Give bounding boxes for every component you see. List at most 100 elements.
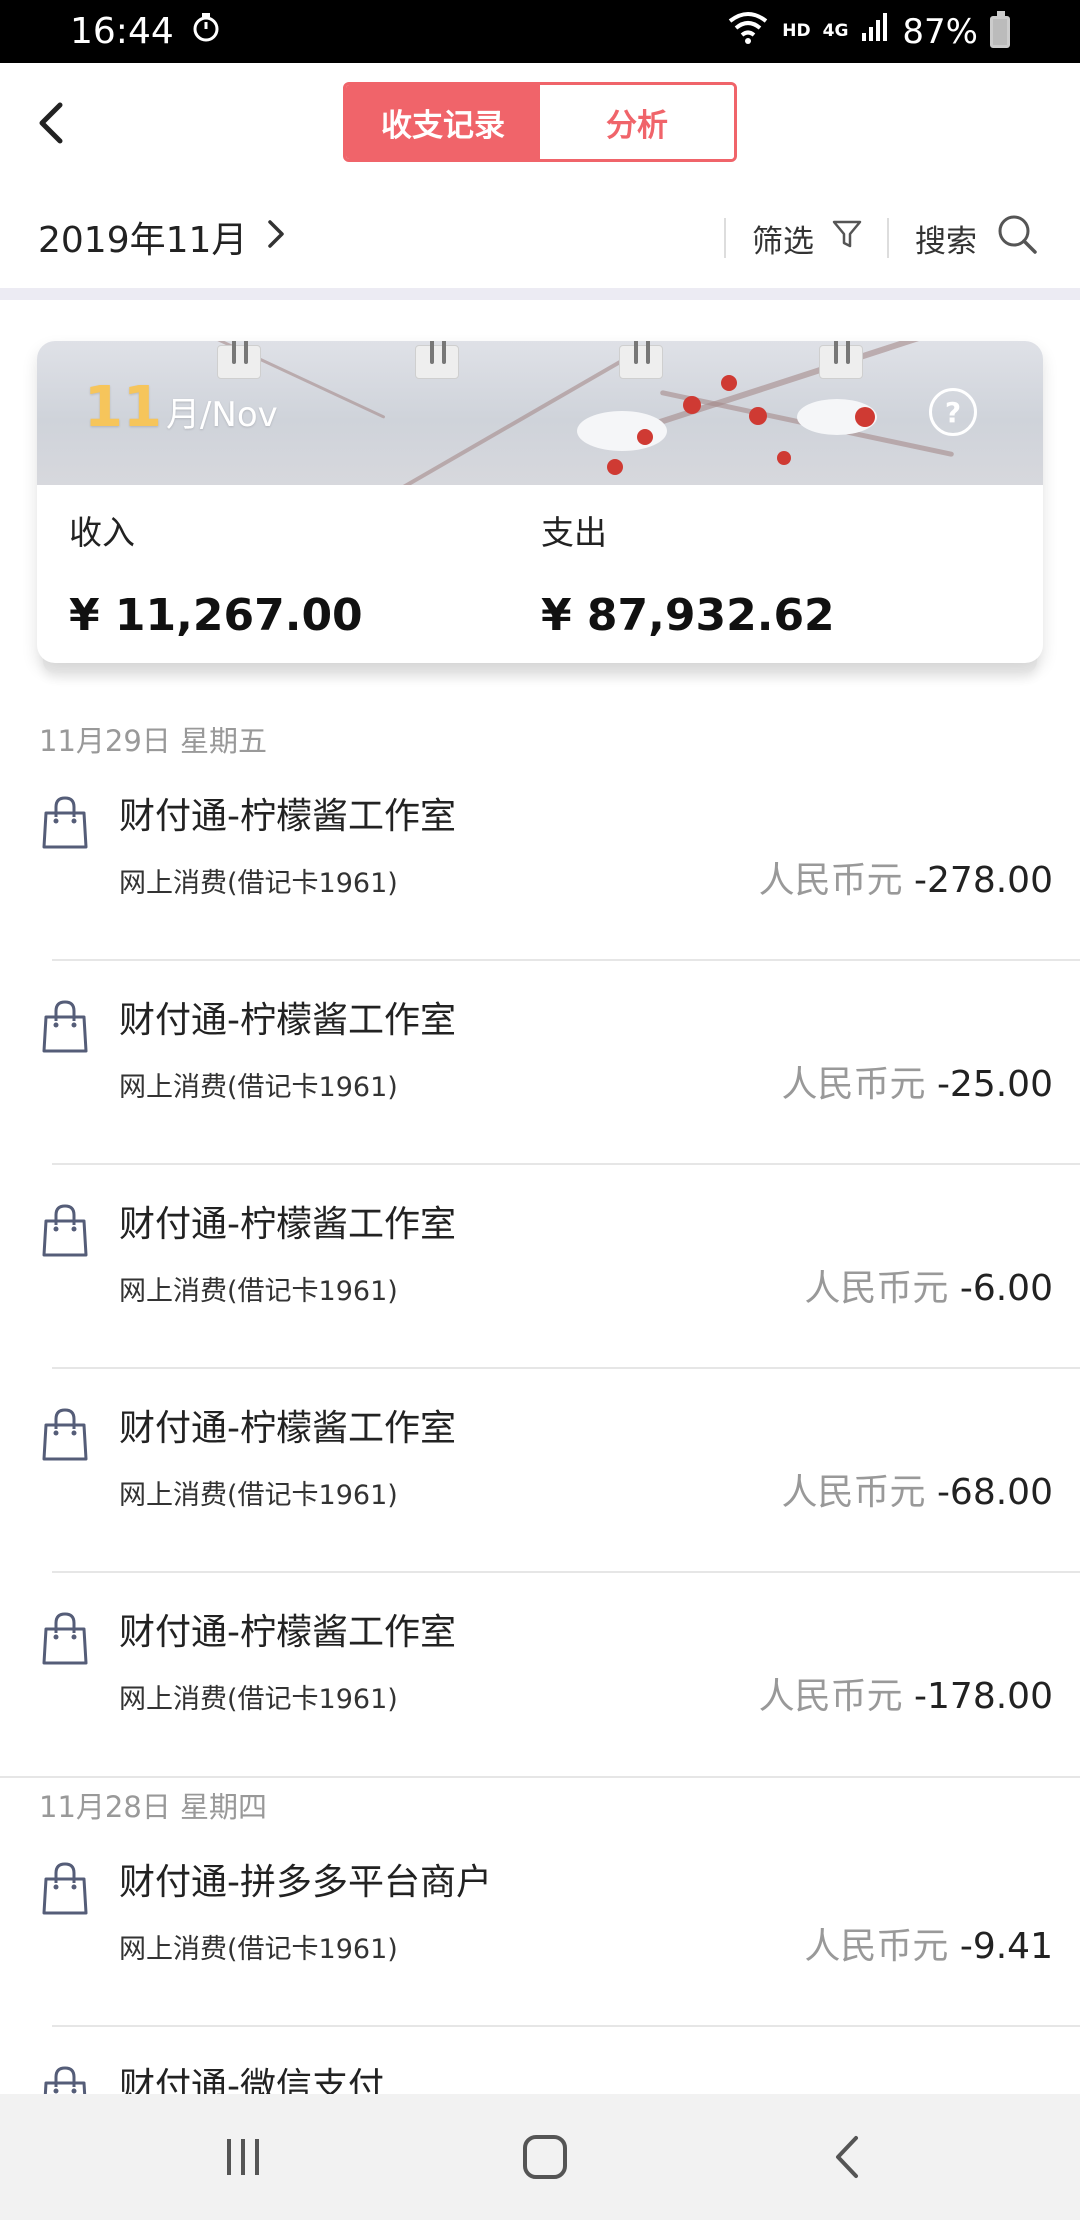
berry-decoration [683,396,701,414]
berry-decoration [721,375,737,391]
group-divider [0,1776,1080,1778]
transaction-amount: 人民币元 -278.00 [759,851,1053,903]
screen: 16:44 HD 4G 87% 收支记录 分析 2019年11月 筛选 搜索 1… [0,0,1080,2220]
transaction-subtitle: 网上消费(借记卡1961) [119,1934,398,1965]
section-separator [0,288,1080,300]
transaction-amount: 人民币元 -25.00 [781,1055,1053,1107]
banner-month-text: 月/Nov [165,395,278,435]
amount-value: -6.00 [959,1268,1053,1309]
amount-value: -25.00 [936,1064,1053,1105]
transaction-subtitle: 网上消费(借记卡1961) [119,1684,398,1715]
nav-back-icon[interactable] [814,2124,880,2190]
transaction-subtitle: 网上消费(借记卡1961) [119,1480,398,1511]
berry-decoration [855,407,875,427]
header: 收支记录 分析 [0,63,1080,183]
recent-apps-icon[interactable] [210,2124,276,2190]
chevron-right-icon [267,217,285,258]
month-selector[interactable]: 2019年11月 [38,207,285,267]
transaction-title: 财付通-柠檬酱工作室 [119,1612,456,1653]
shopping-bag-icon [40,1861,90,1917]
transaction-amount: 人民币元 -178.00 [759,1667,1053,1719]
calendar-ring [217,341,261,379]
shopping-bag-icon [40,1611,90,1667]
search-button[interactable]: 搜索 [915,208,1039,268]
transaction-amount: 人民币元 -9.41 [804,1917,1053,1969]
tab-records[interactable]: 收支记录 [346,85,540,159]
status-bar: 16:44 HD 4G 87% [0,0,1080,63]
berry-decoration [749,407,767,425]
transaction-subtitle: 网上消费(借记卡1961) [119,1072,398,1103]
divider [724,218,726,258]
transaction-row[interactable]: 财付通-柠檬酱工作室 网上消费(借记卡1961) 人民币元 -68.00 [0,1369,1080,1573]
currency-label: 人民币元 [758,1676,903,1717]
transaction-title: 财付通-柠檬酱工作室 [119,1204,456,1245]
income-label: 收入 [69,513,135,552]
transaction-row[interactable]: 财付通-拼多多平台商户 网上消费(借记卡1961) 人民币元 -9.41 [0,1823,1080,2027]
filter-button[interactable]: 筛选 [752,208,862,268]
transaction-row[interactable]: 财付通-柠檬酱工作室 网上消费(借记卡1961) 人民币元 -25.00 [0,961,1080,1165]
transaction-row[interactable]: 财付通-柠檬酱工作室 网上消费(借记卡1961) 人民币元 -178.00 [0,1573,1080,1777]
snow-decoration [577,411,667,451]
calendar-ring [619,341,663,379]
shopping-bag-icon [40,795,90,851]
expense-summary: 支出 ¥ 87,932.62 [541,506,835,641]
transaction-title: 财付通-拼多多平台商户 [119,1862,492,1903]
home-icon[interactable] [512,2124,578,2190]
currency-label: 人民币元 [758,860,903,901]
income-value: ¥ 11,267.00 [69,590,363,641]
transaction-row[interactable]: 财付通-柠檬酱工作室 网上消费(借记卡1961) 人民币元 -278.00 [0,757,1080,961]
calendar-ring [819,341,863,379]
help-icon[interactable]: ? [929,388,977,436]
filter-row: 2019年11月 筛选 搜索 [0,183,1080,288]
timer-icon [190,11,222,52]
amount-value: -178.00 [914,1676,1053,1717]
search-label: 搜索 [915,223,977,260]
shopping-bag-icon [40,1203,90,1259]
filter-label: 筛选 [752,223,814,260]
battery-icon [990,10,1010,48]
back-arrow-icon[interactable] [26,98,76,148]
search-icon [995,212,1039,264]
transaction-row[interactable]: 财付通-柠檬酱工作室 网上消费(借记卡1961) 人民币元 -6.00 [0,1165,1080,1369]
currency-label: 人民币元 [781,1064,926,1105]
monthly-summary-card: 11 月/Nov ? 收入 ¥ 11,267.00 支出 ¥ 87,932.62 [37,341,1043,663]
berry-decoration [777,451,791,465]
shopping-bag-icon [40,999,90,1055]
transaction-subtitle: 网上消费(借记卡1961) [119,868,398,899]
transaction-amount: 人民币元 -68.00 [781,1463,1053,1515]
transaction-subtitle: 网上消费(借记卡1961) [119,1276,398,1307]
currency-label: 人民币元 [781,1472,926,1513]
berry-decoration [637,429,653,445]
expense-value: ¥ 87,932.62 [541,590,835,641]
wifi-icon [726,9,770,54]
month-label: 2019年11月 [38,220,248,261]
banner-month-number: 11 [84,375,162,440]
tab-analysis[interactable]: 分析 [540,85,734,159]
status-time: 16:44 [70,11,174,52]
expense-label: 支出 [541,513,607,552]
system-navigation-bar [0,2094,1080,2220]
divider [887,218,889,258]
transaction-title: 财付通-柠檬酱工作室 [119,1000,456,1041]
battery-percent: 87% [902,11,978,52]
amount-value: -278.00 [914,860,1053,901]
view-segmented-control: 收支记录 分析 [343,82,737,162]
signal-icon [860,11,890,52]
date-header: 11月28日 星期四 [39,1790,268,1824]
date-header: 11月29日 星期五 [39,724,268,758]
berry-decoration [607,459,623,475]
banner-month: 11 月/Nov [84,375,278,440]
currency-label: 人民币元 [804,1926,949,1967]
funnel-icon [832,219,862,257]
currency-label: 人民币元 [804,1268,949,1309]
calendar-ring [415,341,459,379]
amount-value: -68.00 [936,1472,1053,1513]
income-summary: 收入 ¥ 11,267.00 [69,506,363,641]
network-type: 4G [822,21,849,41]
transaction-amount: 人民币元 -6.00 [804,1259,1053,1311]
amount-value: -9.41 [959,1926,1053,1967]
transaction-title: 财付通-柠檬酱工作室 [119,1408,456,1449]
shopping-bag-icon [40,1407,90,1463]
transaction-title: 财付通-柠檬酱工作室 [119,796,456,837]
calendar-banner: 11 月/Nov ? [37,341,1043,485]
